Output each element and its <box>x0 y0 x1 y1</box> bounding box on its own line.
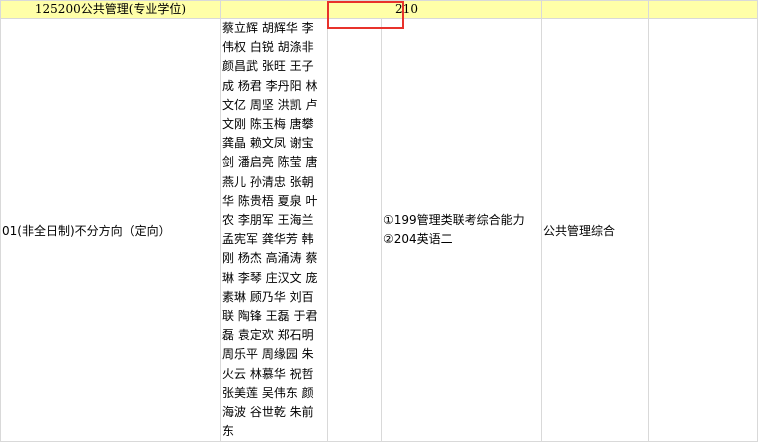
exam-subjects-cell: ①199管理类联考综合能力 ②204英语二 <box>381 17 542 442</box>
enrollment-table: 125200公共管理(专业学位) 210 01(非全日制)不分方向（定向） 蔡立… <box>0 0 758 442</box>
exam-subject: ②204英语二 <box>383 232 453 247</box>
empty-cell <box>220 0 328 19</box>
empty-cell <box>648 17 758 442</box>
major-row: 125200公共管理(专业学位) 210 <box>0 0 758 19</box>
enrollment-count-cell: 210 <box>327 0 542 19</box>
enrollment-count: 210 <box>395 2 418 16</box>
advisor-group: 蔡立辉 胡辉华 李伟权 白锐 胡涤非 颜昌武 张旺 王子成 杨君 李丹阳 林文亿… <box>222 21 318 151</box>
exam-subject: ①199管理类联考综合能力 <box>383 213 525 228</box>
advisor-group: 周乐平 周缘园 朱火云 林慕华 祝哲 张美莲 吴伟东 颜海波 谷世乾 朱前东 <box>222 347 314 439</box>
direction-cell: 01(非全日制)不分方向（定向） <box>0 17 221 442</box>
empty-cell <box>648 0 758 19</box>
empty-cell <box>541 0 649 19</box>
advisors-cell: 蔡立辉 胡辉华 李伟权 白锐 胡涤非 颜昌武 张旺 王子成 杨君 李丹阳 林文亿… <box>220 17 328 442</box>
retest-subject-cell: 公共管理综合 <box>541 17 649 442</box>
direction-row: 01(非全日制)不分方向（定向） 蔡立辉 胡辉华 李伟权 白锐 胡涤非 颜昌武 … <box>0 17 758 442</box>
advisor-group: 剑 潘启亮 陈莹 唐燕儿 孙清忠 张朝 华 陈贵梧 夏泉 叶农 李朋军 王海兰 … <box>222 155 318 343</box>
empty-cell <box>327 17 382 442</box>
major-name-cell: 125200公共管理(专业学位) <box>0 0 221 19</box>
